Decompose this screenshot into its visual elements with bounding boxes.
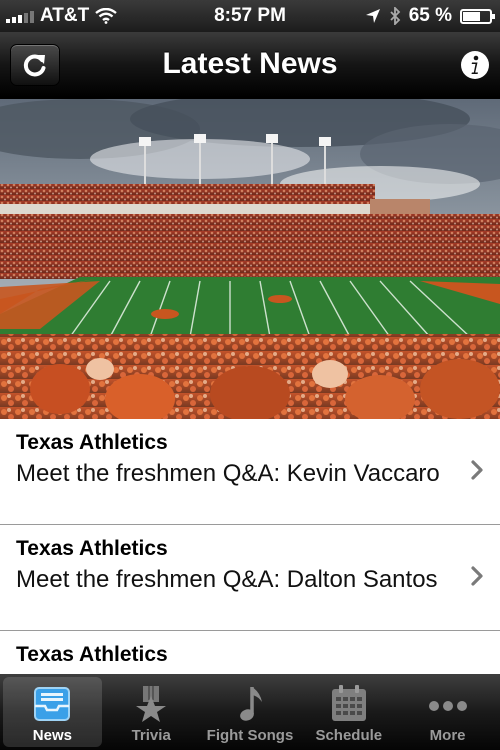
tab-news[interactable]: News: [3, 677, 102, 747]
location-arrow-icon: [365, 9, 380, 23]
battery-percent: 65 %: [408, 5, 452, 26]
stadium-hero-image: [0, 99, 500, 419]
news-item[interactable]: Texas Athletics Meet the freshmen Q&A: K…: [0, 419, 500, 525]
tab-label: News: [32, 727, 72, 744]
tab-trivia[interactable]: Trivia: [102, 677, 201, 747]
tab-label: More: [429, 727, 466, 744]
tab-label: Schedule: [315, 727, 383, 744]
bluetooth-icon: [390, 7, 400, 25]
star-icon: [129, 683, 173, 725]
tab-bar: News Trivia Fight Songs Schedule More: [0, 674, 500, 750]
chevron-right-icon: [471, 566, 483, 586]
page-title: Latest News: [162, 47, 338, 80]
news-item[interactable]: Texas Athletics Meet the freshmen Q&A: D…: [0, 525, 500, 631]
news-list: Texas Athletics Meet the freshmen Q&A: K…: [0, 419, 500, 674]
news-item[interactable]: Texas Athletics: [0, 631, 500, 674]
tab-label: Trivia: [131, 727, 171, 744]
status-bar: AT&T 8:57 PM 65 %: [0, 0, 500, 32]
news-title: Meet the freshmen Q&A: Kevin Vaccaro: [16, 460, 440, 487]
news-tray-icon: [30, 683, 74, 725]
more-dots-icon: [426, 683, 470, 725]
tab-fight-songs[interactable]: Fight Songs: [201, 677, 300, 747]
tab-schedule[interactable]: Schedule: [299, 677, 398, 747]
status-right: 65 %: [365, 5, 495, 27]
calendar-icon: [327, 683, 371, 725]
news-title: Meet the freshmen Q&A: Dalton Santos: [16, 566, 438, 593]
tab-label: Fight Songs: [206, 727, 294, 744]
tab-more[interactable]: More: [398, 677, 497, 747]
news-source: Texas Athletics: [16, 537, 168, 560]
news-source: Texas Athletics: [16, 643, 168, 666]
chevron-right-icon: [471, 460, 483, 480]
news-source: Texas Athletics: [16, 431, 168, 454]
battery-icon: [460, 8, 495, 24]
navigation-bar: Latest News: [0, 32, 500, 98]
info-button[interactable]: [460, 50, 490, 80]
music-note-icon: [228, 683, 272, 725]
